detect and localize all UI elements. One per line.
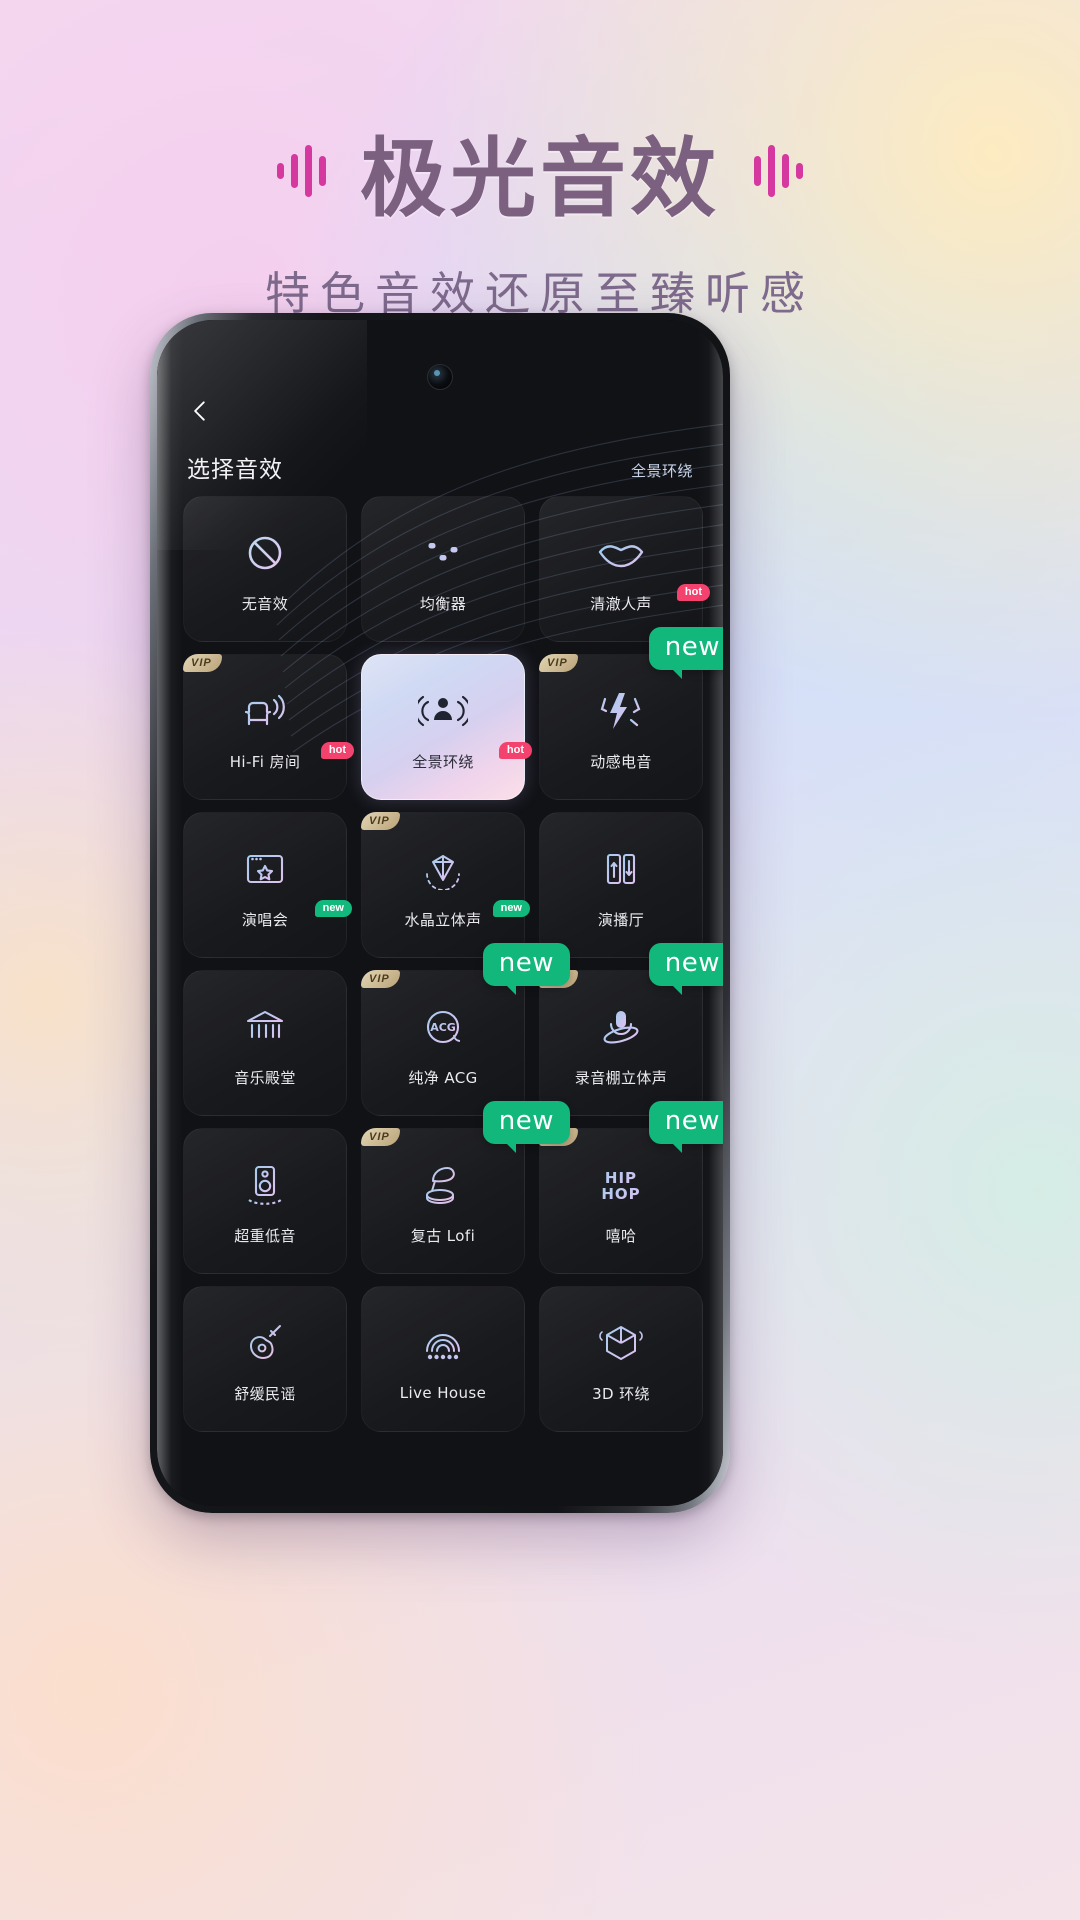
effect-tile-clear-vocal[interactable]: 清澈人声 hot [539, 496, 710, 642]
banner-title-row: 极光音效 [0, 108, 1080, 233]
guitar-icon [237, 1315, 293, 1371]
hot-badge: hot [676, 583, 710, 601]
effect-label: Live House [399, 1384, 487, 1402]
armchair-icon [237, 683, 293, 739]
hot-badge: hot [498, 741, 532, 759]
vip-badge: VIP [183, 654, 222, 673]
vip-badge: VIP [361, 1128, 400, 1147]
effect-tile-studio-stereo[interactable]: VIP new [539, 943, 723, 1116]
studio-icon [593, 841, 649, 897]
effect-tile-lofi[interactable]: VIP new 复古 Lofi [361, 1101, 570, 1274]
effect-tile-3d-surround[interactable]: 3D 环绕 [539, 1286, 703, 1432]
phone-body: 选择音效 全景环绕 无音效 均衡器 清澈人声 hot VIP Hi-Fi 房间 … [157, 320, 723, 1506]
effect-label: 全景环绕 [412, 752, 474, 771]
effect-label: 演唱会 [241, 910, 289, 929]
effect-label: 嘻哈 [605, 1226, 637, 1245]
effect-tile-equalizer[interactable]: 均衡器 [361, 496, 525, 642]
mic-orbit-icon [593, 999, 649, 1055]
effect-label: 动感电音 [590, 752, 652, 771]
new-callout-bubble: new [648, 943, 723, 995]
effect-label: Hi-Fi 房间 [229, 752, 301, 771]
new-callout-bubble: new [482, 1101, 570, 1153]
phone-mockup: 选择音效 全景环绕 无音效 均衡器 清澈人声 hot VIP Hi-Fi 房间 … [150, 313, 730, 1513]
front-camera [427, 364, 453, 390]
effect-tile-no-sound[interactable]: 无音效 [183, 496, 347, 642]
svg-text:ACG: ACG [430, 1021, 456, 1034]
effect-tile-concert[interactable]: 演唱会 new [183, 812, 352, 958]
cube-3d-icon [593, 1315, 649, 1371]
no-sound-icon [237, 525, 293, 581]
lightning-icon [593, 683, 649, 739]
acg-icon: ACG [415, 999, 471, 1055]
effect-tile-folk[interactable]: 舒缓民谣 [183, 1286, 347, 1432]
phone-screen: 选择音效 全景环绕 无音效 均衡器 清澈人声 hot VIP Hi-Fi 房间 … [157, 320, 723, 1506]
effect-tile-edm[interactable]: VIP new 动感电音 [539, 627, 723, 800]
effect-label: 演播厅 [597, 910, 645, 929]
effect-label: 录音棚立体声 [574, 1068, 668, 1087]
effect-tile-hiphop[interactable]: VIP new HIP HOP 嘻哈 [539, 1101, 723, 1274]
new-badge: new [492, 899, 530, 917]
promo-banner: 极光音效 特色音效还原至臻听感 [0, 0, 1080, 322]
livehouse-icon [415, 1316, 471, 1372]
banner-title: 极光音效 [360, 129, 720, 229]
hot-badge: hot [320, 741, 354, 759]
effect-label: 超重低音 [234, 1226, 296, 1245]
current-effect-label: 全景环绕 [630, 462, 693, 480]
lips-icon [593, 525, 649, 581]
new-callout-bubble: new [648, 627, 723, 679]
concert-stage-icon [237, 841, 293, 897]
svg-text:HOP: HOP [601, 1185, 640, 1203]
new-callout-bubble: new [648, 1101, 723, 1153]
subwoofer-icon [237, 1157, 293, 1213]
vip-badge: VIP [539, 654, 578, 673]
vip-badge: VIP [361, 812, 400, 831]
sound-wave-right-icon [754, 141, 803, 201]
effect-tile-music-hall[interactable]: 音乐殿堂 [183, 970, 347, 1116]
app-header: 选择音效 全景环绕 [157, 398, 723, 484]
effect-label: 水晶立体声 [404, 910, 482, 929]
effect-label: 音乐殿堂 [234, 1068, 296, 1087]
effect-label: 无音效 [241, 594, 289, 613]
effect-tile-hifi-room[interactable]: VIP Hi-Fi 房间 hot [183, 654, 354, 800]
equalizer-icon [415, 525, 471, 581]
new-callout-bubble: new [482, 943, 570, 995]
effect-tile-broadcast-hall[interactable]: 演播厅 [539, 812, 703, 958]
effect-label: 均衡器 [419, 594, 467, 613]
effect-label: 3D 环绕 [592, 1384, 650, 1403]
vip-badge: VIP [361, 970, 400, 989]
header-row: 选择音效 全景环绕 [187, 450, 693, 484]
effects-grid: 无音效 均衡器 清澈人声 hot VIP Hi-Fi 房间 hot 全景环绕 h… [183, 496, 723, 1432]
back-chevron-icon[interactable] [187, 398, 213, 424]
surround-person-icon [415, 683, 471, 739]
effect-tile-heavy-bass[interactable]: 超重低音 [183, 1128, 347, 1274]
temple-icon [237, 999, 293, 1055]
effect-tile-livehouse[interactable]: Live House [361, 1286, 525, 1432]
hiphop-text-icon: HIP HOP [593, 1157, 649, 1213]
crystal-icon [415, 841, 471, 897]
effect-label: 纯净 ACG [408, 1068, 478, 1087]
gramophone-icon [415, 1157, 471, 1213]
effect-label: 清澈人声 [590, 594, 652, 613]
sound-wave-left-icon [277, 141, 326, 201]
effect-label: 复古 Lofi [410, 1226, 476, 1245]
new-badge: new [314, 899, 352, 917]
effect-tile-crystal-stereo[interactable]: VIP 水晶立体声 new [361, 812, 530, 958]
effect-tile-acg[interactable]: VIP new ACG 纯净 ACG [361, 943, 570, 1116]
effect-tile-surround[interactable]: 全景环绕 hot [361, 654, 532, 800]
page-title: 选择音效 [187, 457, 283, 483]
effect-label: 舒缓民谣 [234, 1384, 296, 1403]
